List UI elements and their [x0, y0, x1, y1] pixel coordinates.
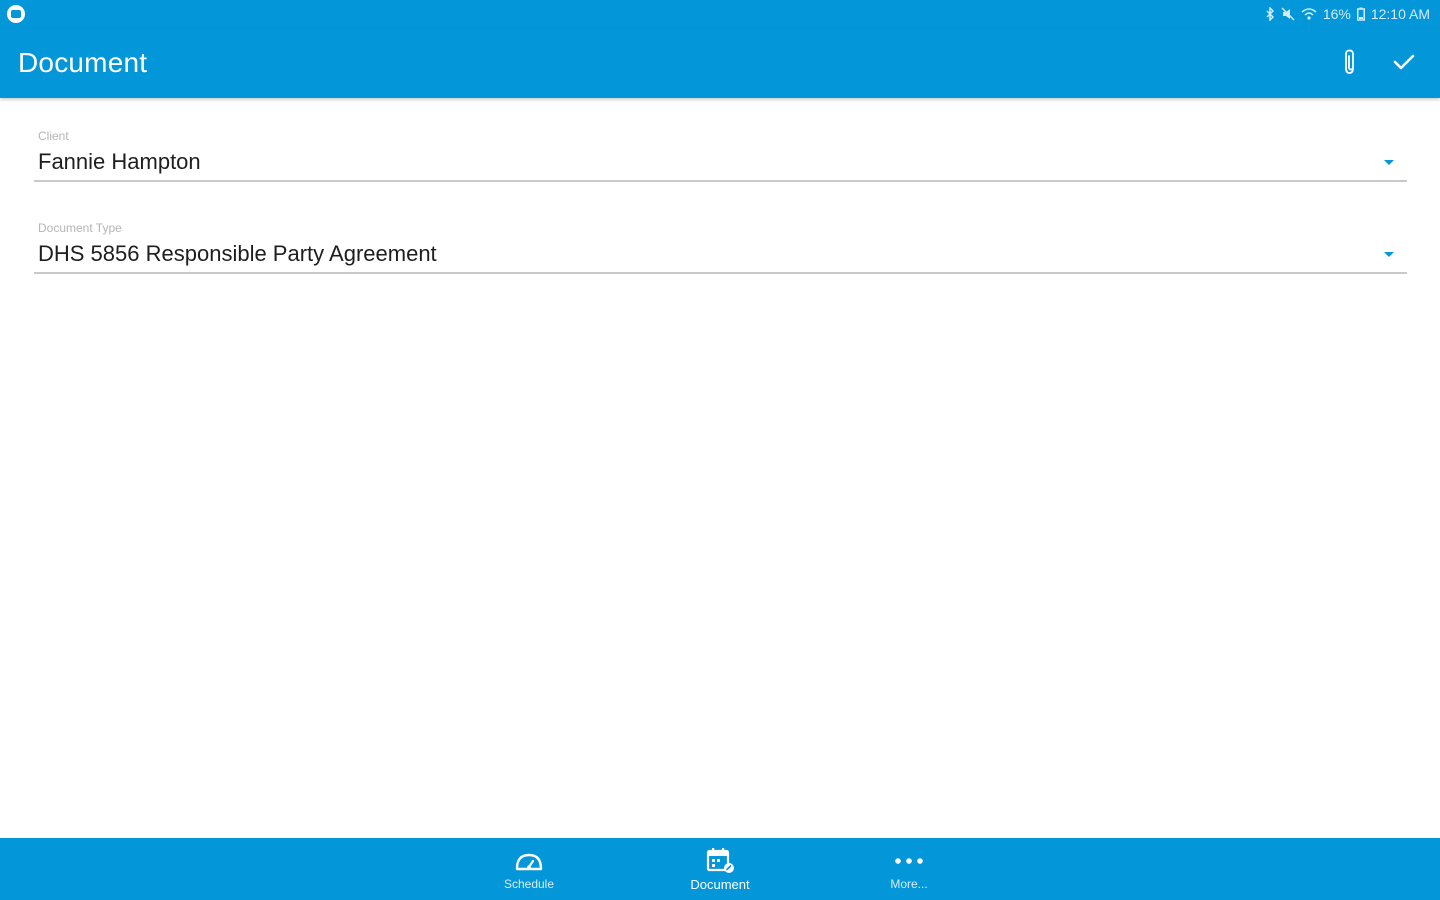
bottom-navigation: Schedule Document More...: [0, 838, 1440, 900]
field-underline: [34, 180, 1407, 182]
paperclip-icon: [1341, 48, 1359, 81]
speedometer-icon: [513, 848, 545, 874]
calendar-edit-icon: [704, 848, 736, 874]
document-type-value: DHS 5856 Responsible Party Agreement: [38, 241, 437, 266]
chevron-down-icon: [1384, 252, 1394, 257]
nav-item-document[interactable]: Document: [650, 838, 790, 900]
checkmark-icon: [1393, 53, 1415, 76]
wifi-icon: [1301, 7, 1317, 21]
client-dropdown[interactable]: Client Fannie Hampton: [34, 129, 1407, 185]
field-underline: [34, 272, 1407, 274]
battery-icon: [1356, 7, 1365, 21]
nav-item-schedule[interactable]: Schedule: [459, 838, 599, 900]
page-title: Document: [18, 47, 148, 78]
clock: 12:10 AM: [1370, 6, 1430, 22]
client-value: Fannie Hampton: [38, 149, 201, 174]
more-dots-icon: [893, 848, 925, 874]
document-type-dropdown[interactable]: Document Type DHS 5856 Responsible Party…: [34, 221, 1407, 277]
nav-item-more[interactable]: More...: [839, 838, 979, 900]
document-type-label: Document Type: [38, 221, 122, 235]
client-label: Client: [38, 129, 69, 143]
attach-button[interactable]: [1334, 48, 1366, 80]
save-button[interactable]: [1388, 48, 1420, 80]
bluetooth-icon: [1265, 7, 1275, 21]
battery-percent: 16%: [1322, 6, 1351, 22]
document-screen: 16% 12:10 AM Document Client Fannie Hamp…: [0, 0, 1440, 900]
app-notification-icon: [7, 5, 25, 23]
mute-icon: [1281, 7, 1295, 21]
nav-label-schedule: Schedule: [503, 877, 555, 891]
chevron-down-icon: [1384, 160, 1394, 165]
status-bar: 16% 12:10 AM: [0, 0, 1440, 28]
app-bar: Document: [0, 28, 1440, 98]
status-icons: 16% 12:10 AM: [1265, 5, 1430, 23]
nav-label-document: Document: [690, 877, 750, 892]
nav-label-more: More...: [890, 877, 928, 891]
